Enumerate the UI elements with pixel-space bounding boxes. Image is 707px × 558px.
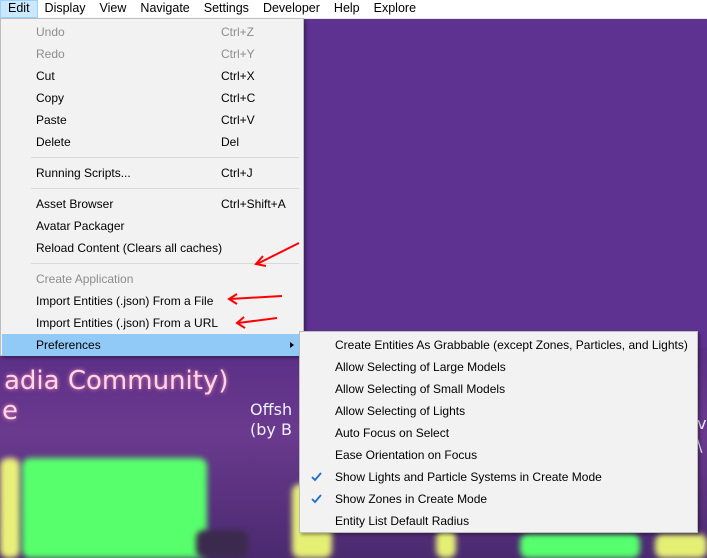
menu-display[interactable]: Display <box>38 0 93 18</box>
menu-item-asset-browser[interactable]: Asset Browser Ctrl+Shift+A <box>2 193 302 215</box>
menu-item-shortcut: Ctrl+X <box>221 69 255 83</box>
scene-offsh-text: Offsh <box>250 400 293 419</box>
menu-item-import-from-url[interactable]: Import Entities (.json) From a URL <box>2 312 302 334</box>
scene-sign-text-1: adia Community) <box>4 366 229 396</box>
pref-item-select-lights[interactable]: Allow Selecting of Lights <box>301 400 696 422</box>
scene-green-block-right <box>520 534 640 558</box>
menu-item-preferences[interactable]: Preferences <box>2 334 302 356</box>
pref-item-select-small-models[interactable]: Allow Selecting of Small Models <box>301 378 696 400</box>
menu-item-shortcut: Ctrl+Shift+A <box>221 197 286 211</box>
menu-item-label: Allow Selecting of Small Models <box>335 382 506 396</box>
menu-item-running-scripts[interactable]: Running Scripts... Ctrl+J <box>2 162 302 184</box>
menu-separator <box>31 263 299 264</box>
menu-item-label: Undo <box>36 25 65 39</box>
pref-item-show-lights-particles[interactable]: Show Lights and Particle Systems in Crea… <box>301 466 696 488</box>
menu-item-label: Copy <box>36 91 65 105</box>
menu-item-paste[interactable]: Paste Ctrl+V <box>2 109 302 131</box>
menu-item-label: Redo <box>36 47 65 61</box>
menu-item-copy[interactable]: Copy Ctrl+C <box>2 87 302 109</box>
menu-item-shortcut: Ctrl+Z <box>221 25 254 39</box>
menu-item-label: Paste <box>36 113 67 127</box>
menu-bar: Edit Display View Navigate Settings Deve… <box>0 0 707 19</box>
menu-item-shortcut: Del <box>221 135 240 149</box>
checkmark-icon <box>311 472 322 482</box>
menu-navigate[interactable]: Navigate <box>133 0 196 18</box>
menu-item-shortcut: Ctrl+Y <box>221 47 255 61</box>
checkmark-icon <box>311 494 322 504</box>
pref-item-entity-list-radius[interactable]: Entity List Default Radius <box>301 510 696 532</box>
pref-item-grabbable[interactable]: Create Entities As Grabbable (except Zon… <box>301 334 696 356</box>
menu-item-label: Import Entities (.json) From a URL <box>36 316 219 330</box>
edit-menu-dropdown: Undo Ctrl+Z Redo Ctrl+Y Cut Ctrl+X Copy … <box>0 18 304 356</box>
menu-separator <box>31 157 299 158</box>
scene-right-text-1: v <box>697 414 707 433</box>
menu-settings[interactable]: Settings <box>197 0 256 18</box>
menu-item-shortcut: Ctrl+V <box>221 113 255 127</box>
scene-yellow-block-far-right <box>655 534 707 558</box>
menu-item-shortcut: Ctrl+J <box>221 166 253 180</box>
menu-item-label: Auto Focus on Select <box>335 426 450 440</box>
menu-item-label: Preferences <box>36 338 101 352</box>
menu-item-redo[interactable]: Redo Ctrl+Y <box>2 43 302 65</box>
menu-item-delete[interactable]: Delete Del <box>2 131 302 153</box>
pref-item-select-large-models[interactable]: Allow Selecting of Large Models <box>301 356 696 378</box>
menu-item-label: Delete <box>36 135 71 149</box>
preferences-submenu: Create Entities As Grabbable (except Zon… <box>299 331 698 533</box>
menu-item-label: Reload Content (Clears all caches) <box>36 241 223 255</box>
scene-by-text: (by B <box>250 420 292 439</box>
scene-yellow-block-left <box>0 458 20 558</box>
pref-item-show-zones[interactable]: Show Zones in Create Mode <box>301 488 696 510</box>
submenu-arrow-icon <box>290 342 294 348</box>
menu-item-label: Show Zones in Create Mode <box>335 492 488 506</box>
menu-item-label: Running Scripts... <box>36 166 131 180</box>
menu-developer[interactable]: Developer <box>256 0 327 18</box>
menu-help[interactable]: Help <box>327 0 367 18</box>
menu-item-label: Ease Orientation on Focus <box>335 448 478 462</box>
menu-item-cut[interactable]: Cut Ctrl+X <box>2 65 302 87</box>
menu-item-label: Import Entities (.json) From a File <box>36 294 214 308</box>
menu-item-import-from-file[interactable]: Import Entities (.json) From a File <box>2 290 302 312</box>
menu-explore[interactable]: Explore <box>367 0 423 18</box>
menu-item-label: Create Entities As Grabbable (except Zon… <box>335 338 688 352</box>
menu-item-create-application[interactable]: Create Application <box>2 268 302 290</box>
scene-green-block <box>22 458 207 558</box>
scene-dark-block <box>196 530 248 558</box>
menu-item-label: Allow Selecting of Large Models <box>335 360 506 374</box>
pref-item-ease-orientation[interactable]: Ease Orientation on Focus <box>301 444 696 466</box>
scene-sign-text-2: e <box>2 396 18 426</box>
menu-item-shortcut: Ctrl+C <box>221 91 256 105</box>
menu-edit[interactable]: Edit <box>0 0 38 18</box>
menu-item-label: Avatar Packager <box>36 219 125 233</box>
pref-item-auto-focus[interactable]: Auto Focus on Select <box>301 422 696 444</box>
menu-item-label: Asset Browser <box>36 197 114 211</box>
menu-item-label: Entity List Default Radius <box>335 514 470 528</box>
menu-separator <box>31 188 299 189</box>
menu-view[interactable]: View <box>93 0 134 18</box>
menu-item-reload-content[interactable]: Reload Content (Clears all caches) <box>2 237 302 259</box>
menu-item-label: Create Application <box>36 272 134 286</box>
scene-yellow-block-right <box>436 530 456 558</box>
menu-item-label: Allow Selecting of Lights <box>335 404 466 418</box>
menu-item-label: Show Lights and Particle Systems in Crea… <box>335 470 602 484</box>
menu-item-undo[interactable]: Undo Ctrl+Z <box>2 21 302 43</box>
menu-item-avatar-packager[interactable]: Avatar Packager <box>2 215 302 237</box>
menu-item-label: Cut <box>36 69 55 83</box>
